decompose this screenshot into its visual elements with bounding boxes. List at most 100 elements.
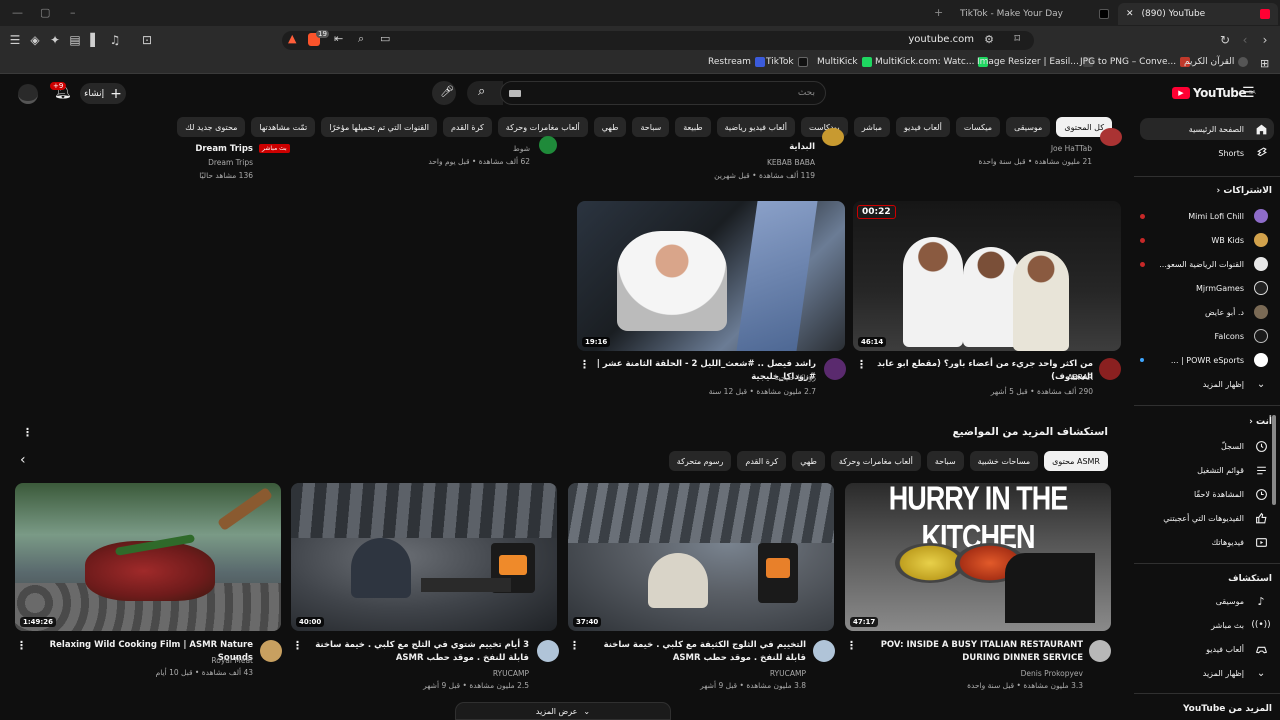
video-title[interactable]: 3 أيام تخييم شتوي في الثلج مع كلبي . خيم… [309, 639, 529, 665]
show-more-subscriptions[interactable]: ⌄ إظهار المزيد [1140, 373, 1274, 395]
chip[interactable]: محتوى جديد لك [177, 117, 246, 137]
topic-chip[interactable]: رسوم متحركة [668, 451, 732, 471]
forward-icon[interactable]: › [1258, 33, 1272, 47]
chip[interactable]: ألعاب فيديو رياضية [716, 117, 796, 137]
channel-name[interactable]: RYUCAMP [586, 668, 806, 679]
channel-name[interactable]: Royal Meat [23, 655, 253, 666]
channel-name[interactable]: Joe HaTTab [892, 143, 1092, 154]
channel-avatar[interactable] [1100, 128, 1122, 146]
video-title[interactable]: التخييم في الثلوج الكثيفة مع كلبي . خيمة… [586, 639, 806, 665]
bookmark-restream[interactable]: Restream [708, 57, 765, 67]
chip[interactable]: سباحة [632, 117, 670, 137]
sidebar-item-live[interactable]: ((•)) بث مباشر [1140, 614, 1274, 636]
more-actions-icon[interactable]: ⋮ [292, 639, 303, 652]
chip[interactable]: كرة القدم [442, 117, 492, 137]
show-more-button[interactable]: عرض المزيد ⌄ [455, 702, 671, 720]
sidebar-item-history[interactable]: السجلّ [1140, 435, 1274, 457]
video-thumbnail[interactable]: HURRY IN THE KITCHEN 47:17 [845, 483, 1111, 631]
bookmark-multikick[interactable]: MultiKick [817, 57, 872, 67]
channel-avatar[interactable] [813, 640, 835, 662]
chip[interactable]: ألعاب مغامرات وحركة [497, 117, 588, 137]
tab-tiktok[interactable]: TikTok - Make Your Day [952, 3, 1117, 25]
video-thumbnail[interactable]: 00:22 46:14 [853, 201, 1121, 351]
bookmark-image-resizer[interactable]: Image Resizer | Easil... [977, 57, 1093, 67]
search-icon[interactable]: ⌕ [358, 32, 364, 46]
more-actions-icon[interactable]: ⋮ [569, 639, 580, 652]
chip[interactable]: ألعاب فيديو [896, 117, 950, 137]
back-icon[interactable]: ‹ [1238, 33, 1252, 47]
sidebar-item-liked[interactable]: الفيديوهات التي أعجبتني [1140, 507, 1274, 529]
chip[interactable]: القنوات التي تم تحميلها مؤخرًا [321, 117, 437, 137]
sidebar-item-gaming[interactable]: ألعاب فيديو [1140, 638, 1274, 660]
channel-name[interactable]: شوط [330, 143, 530, 154]
keyboard-icon[interactable] [509, 90, 521, 97]
share-icon[interactable]: ⇤ [334, 32, 343, 45]
channel-name[interactable]: زوداكا خليجية [576, 372, 816, 383]
channel-avatar[interactable] [824, 358, 846, 380]
menu-icon[interactable]: ☰ [8, 33, 22, 47]
sidebar-item-shorts[interactable]: Shorts [1140, 142, 1274, 164]
bookmark-icon[interactable]: ⌑ [1014, 32, 1020, 45]
sidebar-icon[interactable]: ▌ [88, 33, 102, 47]
reader-icon[interactable]: ▤ [68, 33, 82, 47]
search-button[interactable]: ⌕ [467, 81, 503, 105]
topic-chip[interactable]: محتوى ASMR [1044, 451, 1108, 471]
sidebar-item-home[interactable]: الصفحة الرئيسية [1140, 118, 1274, 140]
new-tab-icon[interactable]: + [934, 6, 943, 19]
bookmark-multikick-watch[interactable]: MultiKick.com: Watc... [875, 57, 989, 67]
channel-avatar[interactable] [537, 640, 559, 662]
channel-name[interactable]: RYUCAMP [309, 668, 529, 679]
subscription-item[interactable]: د. أبو عايض [1140, 301, 1274, 323]
channel-name[interactable]: Dream Trips [53, 157, 253, 168]
bookmark-tiktok[interactable]: TikTok [766, 57, 808, 67]
subscription-item[interactable]: Falcons [1140, 325, 1274, 347]
more-actions-icon[interactable]: ⋮ [856, 358, 867, 371]
bookmarks-menu-icon[interactable]: ⊞ [1260, 57, 1269, 70]
chip[interactable]: ميكسات [955, 117, 1001, 137]
tab-youtube[interactable]: ✕ (890) YouTube [1118, 3, 1278, 25]
more-actions-icon[interactable]: ⋮ [846, 639, 857, 652]
topic-chip[interactable]: مساحات خشبية [969, 451, 1039, 471]
sidebar-item-playlists[interactable]: قوائم التشغيل [1140, 459, 1274, 481]
more-actions-icon[interactable]: ⋮ [579, 358, 590, 371]
more-actions-icon[interactable]: ⋮ [16, 639, 27, 652]
channel-name[interactable]: Denis Prokopyev [863, 668, 1083, 679]
video-thumbnail[interactable]: 40:00 [291, 483, 557, 631]
chip[interactable]: طهي [593, 117, 627, 137]
channel-avatar[interactable] [1089, 640, 1111, 662]
channel-avatar[interactable] [822, 128, 844, 146]
star-icon[interactable]: ✦ [48, 33, 62, 47]
search-input[interactable]: بحث [500, 81, 826, 105]
section-menu-icon[interactable]: ⋮ [22, 426, 33, 439]
close-window-icon[interactable]: — [12, 6, 23, 19]
subscription-item[interactable]: القنوات الرياضية السعو... [1140, 253, 1274, 275]
chip[interactable]: طبيعة [675, 117, 711, 137]
video-thumbnail[interactable]: 19:16 [577, 201, 845, 351]
topic-chip[interactable]: سباحة [926, 451, 964, 471]
show-more-explore[interactable]: ⌄ إظهار المزيد [1140, 662, 1274, 684]
channel-name[interactable]: KEBAB BABA [615, 157, 815, 168]
sidebar-item-music[interactable]: ♪ موسيقى [1140, 590, 1274, 612]
aria-icon[interactable]: ▲ [288, 32, 296, 45]
subscriptions-heading[interactable]: الاشتراكات ‹ [1140, 186, 1273, 196]
subscription-item[interactable]: WB Kids [1140, 229, 1274, 251]
screenshot-icon[interactable]: ⊡ [140, 33, 154, 47]
reload-icon[interactable]: ↻ [1218, 33, 1232, 47]
topic-chip[interactable]: ألعاب مغامرات وحركة [830, 451, 921, 471]
chip[interactable]: موسيقى [1006, 117, 1051, 137]
chip[interactable]: مباشر [853, 117, 891, 137]
bookmark-jpg-png[interactable]: JPG to PNG – Conve... [1080, 57, 1191, 67]
site-settings-icon[interactable]: ⚙ [984, 33, 994, 46]
channel-name[interactable]: ABRAR [853, 372, 1093, 383]
video-title[interactable]: البداية [615, 141, 815, 154]
subscription-item[interactable]: POWR eSports | ... [1140, 349, 1274, 371]
topic-chip[interactable]: طهي [792, 451, 825, 471]
voice-search-button[interactable]: 🎤︎ [432, 81, 456, 105]
chip[interactable]: تمّت مشاهدتها [251, 117, 316, 137]
subscription-item[interactable]: MjrmGames [1140, 277, 1274, 299]
channel-avatar[interactable] [260, 640, 282, 662]
create-button[interactable]: إنشاء + [80, 83, 126, 104]
you-heading[interactable]: أنت ‹ [1140, 417, 1272, 427]
topic-chip[interactable]: كرة القدم [737, 451, 787, 471]
close-tab-icon[interactable]: ✕ [1126, 9, 1134, 19]
